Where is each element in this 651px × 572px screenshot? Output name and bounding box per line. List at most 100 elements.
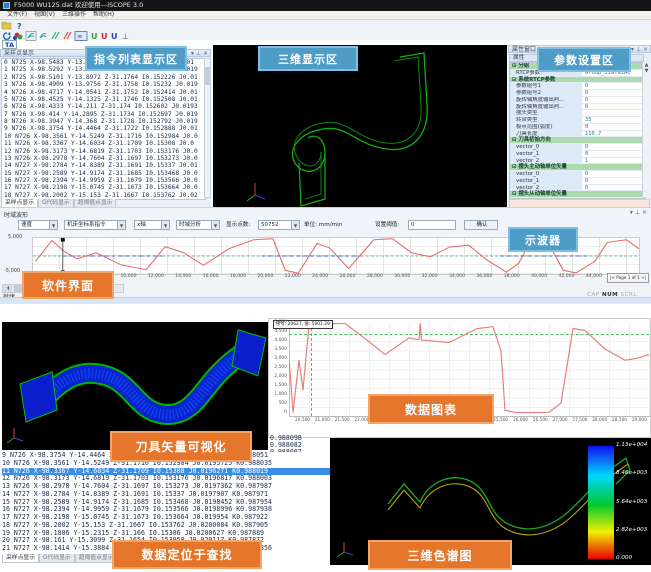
property-row[interactable]: 摆头类型 bbox=[510, 110, 645, 117]
left-list-scrollbar[interactable] bbox=[204, 58, 211, 198]
close-icon[interactable]: × bbox=[643, 46, 648, 53]
gcode-row[interactable]: 5 N726 X-98.4525 Y-14.1325 Z-31.1746 I0.… bbox=[2, 96, 205, 103]
gcode-row[interactable]: 16 N727 X-98.2394 Y-14.9959 Z-31.1679 I0… bbox=[2, 177, 205, 184]
threshold-input[interactable]: 0 bbox=[408, 220, 456, 230]
gcode-row[interactable]: 6 N726 X-98.4333 Y-14.211 Z-31.174 I0.15… bbox=[2, 103, 205, 110]
y-tick-label: 3,000 bbox=[274, 356, 287, 361]
signal-select-dropdown[interactable]: 速度▼ bbox=[18, 220, 58, 230]
y-axis-max-label: 5,000 bbox=[8, 234, 22, 240]
property-row[interactable]: vector_10 bbox=[510, 151, 645, 158]
gcode-row[interactable]: 15 N727 X-98.2589 Y-14.9174 Z-31.1685 I0… bbox=[2, 170, 205, 177]
u-vector-icon-3[interactable]: U bbox=[111, 32, 118, 41]
property-grid-scrollbar[interactable]: ▲▼ bbox=[642, 62, 650, 197]
property-group-row[interactable]: ⊟ 刀具初始方向 bbox=[510, 137, 645, 144]
gcode-row[interactable]: 3 N726 X-98.4909 Y-13.9756 Z-31.1758 I0.… bbox=[2, 81, 205, 88]
menu-item[interactable]: 三维操作 bbox=[62, 11, 86, 19]
menu-item[interactable]: 视图(V) bbox=[34, 11, 55, 19]
y-tick-label: 2,000 bbox=[274, 374, 287, 379]
x-tick-label: 22,000 bbox=[285, 274, 301, 279]
gcode-row[interactable]: 8 N726 X-98.3947 Y-14.368 Z-31.1728 I0.1… bbox=[2, 118, 205, 125]
dropdown-caption-icon[interactable]: ▾ bbox=[630, 209, 633, 216]
data-locate-list[interactable]: 9 N726 X-98.3754 Y-14.4464 Z-31.1722 I0.… bbox=[2, 452, 330, 553]
menu-item[interactable]: 帮助(H) bbox=[93, 11, 114, 19]
gcode-row[interactable]: 2 N725 X-98.5101 Y-13.8972 Z-31.1764 I0.… bbox=[2, 74, 205, 81]
pin-icon[interactable]: ⊥ bbox=[636, 46, 641, 53]
svg-text:U: U bbox=[101, 32, 108, 41]
analysis-mode-dropdown[interactable]: 时域分析▼ bbox=[176, 220, 220, 230]
axis-select-dropdown[interactable]: x轴▼ bbox=[134, 220, 170, 230]
svg-text:⊥: ⊥ bbox=[122, 32, 129, 41]
property-row[interactable]: 转台类型35 bbox=[510, 117, 645, 124]
gcode-sample-list[interactable]: 0 N725 X-98.5483 Y-13.7403 Z-31.1782 I0.… bbox=[1, 58, 206, 200]
gcode-row[interactable]: 9 N726 X-98.3754 Y-14.4464 Z-31.1722 I0.… bbox=[2, 125, 205, 132]
svg-text:?: ? bbox=[17, 22, 22, 30]
pin-icon[interactable]: ⊥ bbox=[196, 50, 201, 57]
callout-color-map: 三维色谱图 bbox=[368, 540, 512, 570]
callout-data-locate: 数据定位于查找 bbox=[112, 540, 262, 569]
menu-item[interactable]: 文件(F) bbox=[7, 11, 27, 19]
confirm-button[interactable]: 确认 bbox=[464, 220, 498, 230]
gcode-row[interactable]: 13 N726 X-98.2978 Y-14.7604 Z-31.1697 I0… bbox=[2, 155, 205, 162]
ta-button[interactable]: TA bbox=[2, 40, 17, 49]
slash-icon-1[interactable] bbox=[52, 32, 59, 39]
property-row[interactable]: vector_10 bbox=[510, 178, 645, 185]
gcode-row[interactable]: 4 N726 X-98.4717 Y-14.0541 Z-31.1752 I0.… bbox=[2, 89, 205, 96]
gcode-row[interactable]: 10 N726 X-98.3561 Y-14.5249 Z-31.1716 I0… bbox=[2, 133, 205, 140]
menu-bar: 文件(F) 视图(V) 三维操作帮助(H) bbox=[0, 11, 651, 20]
gcode-row[interactable]: 17 N727 X-98.2198 Y-15.0745 Z-31.1673 I0… bbox=[2, 184, 205, 191]
property-row[interactable]: 旋转轴角度输出判...0 bbox=[510, 97, 645, 104]
x-tick-label: 24,000 bbox=[312, 274, 328, 279]
gcode-row[interactable]: 7 N726 X-98.414 Y-14.2895 Z-31.1734 I0.1… bbox=[2, 111, 205, 118]
gcode-row[interactable]: 11 N726 X-98.3367 Y-14.6034 Z-31.1709 I0… bbox=[2, 140, 205, 147]
property-row[interactable]: 极点范围(弧度)0 bbox=[510, 124, 645, 131]
dropdown-caption-icon[interactable]: ▾ bbox=[631, 46, 634, 53]
perpendicular-icon[interactable]: ⊥ bbox=[122, 32, 129, 41]
slash-icon-2[interactable] bbox=[64, 32, 71, 39]
callout-param-panel: 参数设置区 bbox=[537, 47, 631, 72]
infinity-icon[interactable]: ∞ bbox=[75, 32, 87, 41]
coord-system-dropdown[interactable]: 机床坐标系指令▼ bbox=[64, 220, 126, 230]
x-tick-label: 40,000 bbox=[531, 274, 547, 279]
property-row[interactable]: vector_00 bbox=[510, 144, 645, 151]
property-row[interactable]: 参数组号10 bbox=[510, 83, 645, 90]
oscilloscope-title: 时域波形 bbox=[4, 210, 28, 219]
points-count-label: 显示点数: bbox=[226, 220, 250, 230]
fan-icon-1[interactable] bbox=[26, 32, 36, 41]
x-tick-label: 36,000 bbox=[476, 274, 492, 279]
x-tick-label: 42,000 bbox=[558, 274, 574, 279]
pin-icon[interactable]: ⊥ bbox=[635, 209, 640, 216]
x-tick-label: 30,000 bbox=[394, 274, 410, 279]
color-scale-value: 0.000 bbox=[616, 555, 650, 561]
palette-icon[interactable] bbox=[13, 33, 22, 40]
property-row[interactable]: 旋转轴角度输出判...0 bbox=[510, 104, 645, 111]
x-tick-label: 10,000 bbox=[120, 274, 136, 279]
dropdown-caption-icon[interactable]: ▾ bbox=[191, 50, 194, 57]
window-title: F5000 WU125.dat 欢迎使用—iSCOPE 3.0 bbox=[14, 0, 143, 11]
x-tick-label: 28,500 bbox=[612, 418, 627, 423]
u-vector-icon-2[interactable]: U bbox=[101, 32, 108, 41]
tab-active[interactable]: 采样点显示 bbox=[2, 554, 39, 563]
scroll-left-icon[interactable] bbox=[3, 285, 12, 292]
property-group-row[interactable]: ⊟ 系统RTCP参数 bbox=[510, 77, 645, 84]
property-group-row[interactable]: ⊟ 摆头从动轴单位矢量 bbox=[510, 191, 645, 198]
x-tick-label: 12,000 bbox=[148, 274, 164, 279]
gcode-row[interactable]: 14 N727 X-98.2784 Y-14.8389 Z-31.1691 I0… bbox=[2, 162, 205, 169]
instruction-list-panel: 采样点显示 ▾ ⊥ × 0 N725 X-98.5483 Y-13.7403 Z… bbox=[0, 49, 211, 209]
callout-instruction-list: 指令列表显示区 bbox=[85, 46, 187, 71]
color-scale-bar bbox=[588, 446, 614, 559]
points-count-combo[interactable]: 50752▼ bbox=[258, 220, 300, 230]
callout-3d-view: 三维显示区 bbox=[258, 46, 358, 71]
fan-icon-2[interactable] bbox=[40, 34, 46, 39]
help-icon[interactable]: ? bbox=[17, 22, 22, 30]
gcode-row[interactable]: 12 N726 X-98.3173 Y-14.6819 Z-31.1703 I0… bbox=[2, 148, 205, 155]
page-navigator[interactable]: |< Page 1 of 1 >| bbox=[607, 273, 649, 283]
tab-inactive[interactable]: G代码显示 bbox=[39, 554, 75, 563]
property-row[interactable]: 参数组号20 bbox=[510, 90, 645, 97]
property-group-row[interactable]: ⊟ 摆头主动轴单位矢量 bbox=[510, 164, 645, 171]
close-icon[interactable]: × bbox=[642, 209, 647, 216]
u-vector-icon-1[interactable]: U bbox=[91, 32, 98, 41]
refresh-icon[interactable] bbox=[4, 32, 11, 39]
close-icon[interactable]: × bbox=[203, 50, 208, 57]
open-file-icon[interactable] bbox=[2, 22, 11, 29]
property-row[interactable]: vector_00 bbox=[510, 171, 645, 178]
